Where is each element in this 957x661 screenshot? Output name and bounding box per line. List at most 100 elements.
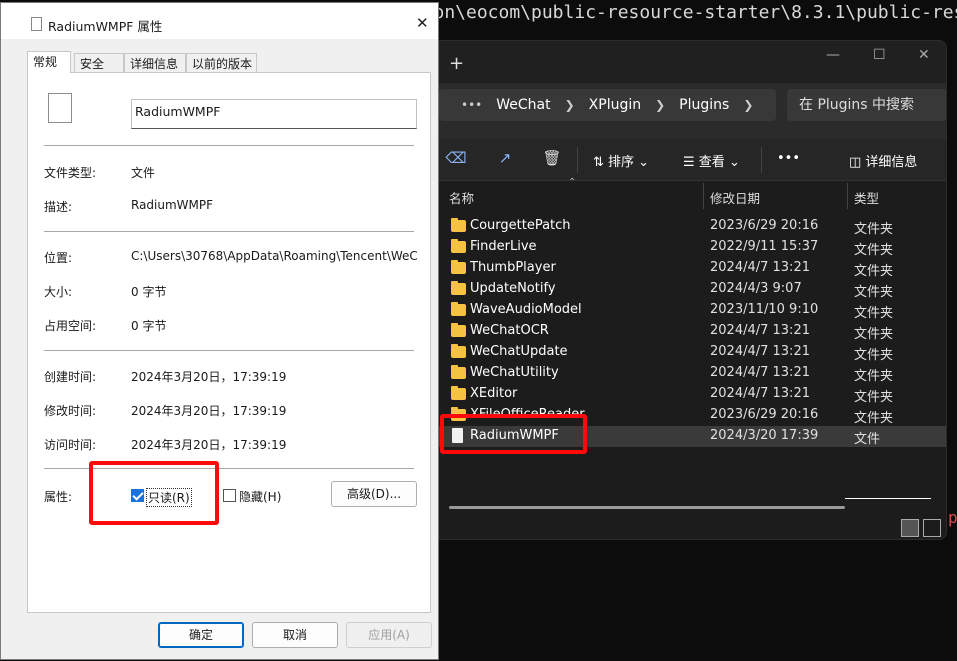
column-divider[interactable] <box>847 183 848 209</box>
row-date: 2024/4/7 13:21 <box>710 365 810 380</box>
folder-icon <box>451 365 466 379</box>
hidden-checkbox[interactable] <box>223 489 236 502</box>
row-name: WeChatUtility <box>470 365 559 380</box>
table-row[interactable]: WeChatUpdate 2024/4/7 13:21 文件夹 <box>431 342 946 363</box>
row-type: 文件夹 <box>854 369 894 384</box>
column-divider[interactable] <box>703 183 704 209</box>
column-header-type[interactable]: 类型 <box>854 188 879 207</box>
table-row[interactable]: XEditor 2024/4/7 13:21 文件夹 <box>431 384 946 405</box>
breadcrumb-xplugin[interactable]: XPlugin <box>589 97 641 113</box>
folder-icon <box>451 302 466 316</box>
terminal-fragment-right: p <box>948 508 957 527</box>
column-header-date[interactable]: 修改日期 <box>710 188 760 207</box>
sort-button[interactable]: ⇅ 排序 ⌄ <box>593 151 649 170</box>
dialog-close-button[interactable]: ✕ <box>416 14 429 32</box>
file-icon <box>48 93 72 123</box>
view-button[interactable]: ☰ 查看 ⌄ <box>683 151 740 170</box>
scrollbar-track-line <box>845 498 931 499</box>
row-type: 文件 <box>854 432 881 447</box>
row-date: 2024/3/20 17:39 <box>710 428 819 443</box>
label-attributes: 属性: <box>44 490 73 504</box>
search-input[interactable]: 在 Plugins 中搜索 <box>787 89 946 121</box>
details-pane-button[interactable]: ◫ 详细信息 <box>849 151 917 170</box>
row-date: 2024/4/7 13:21 <box>710 323 810 338</box>
chevron-right-icon: ❯ <box>655 98 666 112</box>
folder-icon <box>451 344 466 358</box>
value-size: 0 字节 <box>131 285 167 299</box>
chevron-right-icon: ❯ <box>743 98 754 112</box>
table-row[interactable]: ThumbPlayer 2024/4/7 13:21 文件夹 <box>431 258 946 279</box>
tab-details[interactable]: 详细信息 <box>124 53 186 73</box>
label-file-type: 文件类型: <box>44 166 97 180</box>
hidden-label[interactable]: 隐藏(H) <box>239 488 281 505</box>
breadcrumb-wechat[interactable]: WeChat <box>496 97 550 113</box>
table-row[interactable]: FinderLive 2022/9/11 15:37 文件夹 <box>431 237 946 258</box>
apply-button[interactable]: 应用(A) <box>346 622 432 648</box>
row-type: 文件夹 <box>854 264 894 279</box>
details-view-toggle[interactable] <box>901 519 919 537</box>
breadcrumb-plugins[interactable]: Plugins <box>679 97 729 113</box>
value-location: C:\Users\30768\AppData\Roaming\Tencent\W… <box>131 249 417 263</box>
row-date: 2022/9/11 15:37 <box>710 239 819 254</box>
row-type: 文件夹 <box>854 222 894 237</box>
delete-icon[interactable]: 🗑 <box>541 149 563 169</box>
value-created: 2024年3月20日，17:39:19 <box>131 370 287 384</box>
row-type: 文件夹 <box>854 285 894 300</box>
more-options-button[interactable]: ••• <box>777 151 800 166</box>
view-label: 查看 <box>698 155 725 170</box>
sort-ascending-icon: ⌃ <box>568 177 577 188</box>
table-row[interactable]: UpdateNotify 2024/4/3 9:07 文件夹 <box>431 279 946 300</box>
maximize-button[interactable]: ☐ <box>873 47 886 63</box>
advanced-button[interactable]: 高级(D)... <box>331 481 417 507</box>
tab-previous-versions[interactable]: 以前的版本 <box>186 53 257 73</box>
minimize-button[interactable]: — <box>826 47 840 63</box>
folder-icon <box>451 218 466 232</box>
divider <box>44 350 414 351</box>
table-row[interactable]: CourgettePatch 2023/6/29 20:16 文件夹 <box>431 216 946 237</box>
address-row: ••• WeChat ❯ XPlugin ❯ Plugins ❯ 在 Plugi… <box>431 83 946 139</box>
details-label: 详细信息 <box>865 155 918 170</box>
horizontal-scrollbar[interactable] <box>449 506 845 509</box>
tab-general[interactable]: 常规 <box>27 51 71 73</box>
column-header-name[interactable]: 名称 <box>449 188 474 207</box>
dialog-titlebar: RadiumWMPF 属性 ✕ <box>1 3 438 39</box>
value-size-on-disk: 0 字节 <box>131 319 167 333</box>
table-row[interactable]: WaveAudioModel 2023/11/10 9:10 文件夹 <box>431 300 946 321</box>
share-icon[interactable]: ↗ <box>494 149 516 169</box>
table-row[interactable]: WeChatUtility 2024/4/7 13:21 文件夹 <box>431 363 946 384</box>
file-name-field[interactable]: RadiumWMPF <box>131 99 417 129</box>
explorer-tab-strip: + — ☐ ✕ <box>431 41 946 83</box>
folder-icon <box>451 323 466 337</box>
file-explorer-window: + — ☐ ✕ ••• WeChat ❯ XPlugin ❯ Plugins ❯… <box>430 40 947 540</box>
address-bar[interactable]: ••• WeChat ❯ XPlugin ❯ Plugins ❯ <box>439 89 776 121</box>
row-name: XEditor <box>470 386 518 401</box>
row-date: 2024/4/7 13:21 <box>710 386 810 401</box>
row-name: FinderLive <box>470 239 537 254</box>
row-date: 2024/4/7 13:21 <box>710 260 810 275</box>
file-icon <box>31 17 42 31</box>
rename-icon[interactable]: ⌫ <box>445 149 467 169</box>
close-button[interactable]: ✕ <box>918 47 930 63</box>
row-type: 文件夹 <box>854 411 894 426</box>
ok-button[interactable]: 确定 <box>158 622 244 648</box>
table-row[interactable]: WeChatOCR 2024/4/7 13:21 文件夹 <box>431 321 946 342</box>
tab-security[interactable]: 安全 <box>74 53 124 73</box>
breadcrumb-overflow[interactable]: ••• <box>461 98 482 112</box>
row-type: 文件夹 <box>854 348 894 363</box>
divider <box>44 145 414 146</box>
thumbnail-view-toggle[interactable] <box>923 519 941 537</box>
row-name: CourgettePatch <box>470 218 571 233</box>
label-size-on-disk: 占用空间: <box>44 319 97 333</box>
value-description: RadiumWMPF <box>131 198 214 212</box>
label-modified: 修改时间: <box>44 404 97 418</box>
row-date: 2024/4/7 13:21 <box>710 344 810 359</box>
highlight-box-readonly <box>89 461 219 525</box>
command-bar: ⌫ ↗ 🗑 ⇅ 排序 ⌄ ☰ 查看 ⌄ ••• ◫ 详细信息 <box>431 139 946 181</box>
row-name: WeChatUpdate <box>470 344 568 359</box>
new-tab-button[interactable]: + <box>449 53 464 74</box>
value-accessed: 2024年3月20日，17:39:19 <box>131 438 287 452</box>
folder-icon <box>451 281 466 295</box>
sort-label: 排序 <box>608 155 635 170</box>
toolbar-divider <box>761 147 762 173</box>
cancel-button[interactable]: 取消 <box>252 622 338 648</box>
